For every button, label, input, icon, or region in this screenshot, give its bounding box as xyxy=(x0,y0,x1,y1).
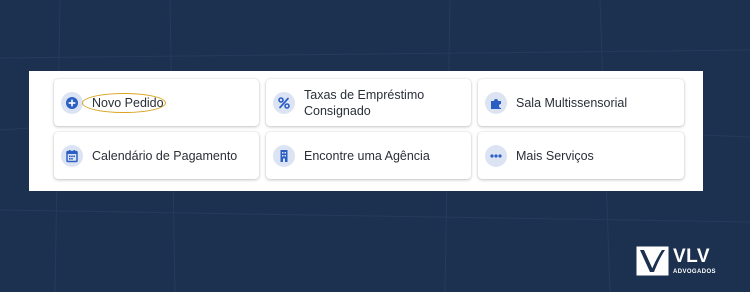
more-services-label: Mais Serviços xyxy=(516,148,594,163)
payment-calendar-label: Calendário de Pagamento xyxy=(92,148,238,163)
new-order-card[interactable]: Novo Pedido xyxy=(54,79,259,126)
vlv-logo: VLV ADVOGADOS xyxy=(636,246,716,276)
loan-rates-label: Taxas de Empréstimo Consignado xyxy=(304,87,425,118)
plus-circle-icon xyxy=(61,91,83,114)
services-panel: Novo Pedido Taxas de Empréstimo Consigna… xyxy=(29,71,703,191)
logo-subtitle: ADVOGADOS xyxy=(673,268,716,275)
more-dots-icon xyxy=(485,144,507,167)
loan-rates-card[interactable]: Taxas de Empréstimo Consignado xyxy=(266,79,471,126)
percent-icon xyxy=(273,91,295,114)
logo-title: VLV xyxy=(673,245,711,267)
new-order-label: Novo Pedido xyxy=(92,95,164,110)
building-icon xyxy=(273,144,295,167)
calendar-icon xyxy=(61,144,83,167)
vlv-logo-mark xyxy=(636,246,669,276)
more-services-card[interactable]: Mais Serviços xyxy=(478,132,684,179)
payment-calendar-card[interactable]: Calendário de Pagamento xyxy=(54,132,259,179)
find-branch-card[interactable]: Encontre uma Agência xyxy=(266,132,471,179)
multisensory-room-card[interactable]: Sala Multissensorial xyxy=(478,79,684,126)
multisensory-room-label: Sala Multissensorial xyxy=(516,95,628,110)
puzzle-icon xyxy=(485,91,507,114)
find-branch-label: Encontre uma Agência xyxy=(304,148,430,163)
